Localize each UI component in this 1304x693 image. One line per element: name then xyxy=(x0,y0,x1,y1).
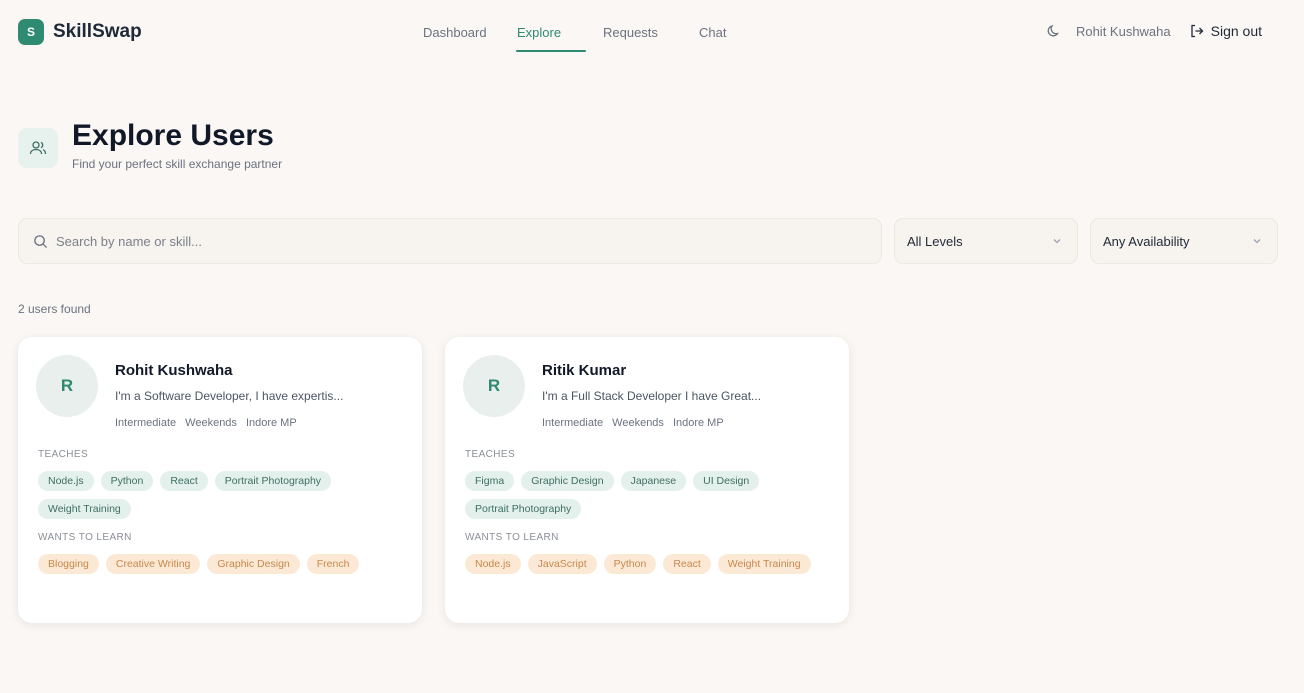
chevron-down-icon xyxy=(1253,239,1261,244)
skill-tag: Graphic Design xyxy=(207,554,300,574)
sign-out-label: Sign out xyxy=(1210,23,1262,39)
skill-tag: Node.js xyxy=(38,471,94,491)
current-user-name: Rohit Kushwaha xyxy=(1075,23,1171,39)
skill-tag: Weight Training xyxy=(717,554,811,574)
skill-tag: JavaScript xyxy=(527,554,597,574)
learn-tags: Node.js JavaScript Python React Weight T… xyxy=(465,554,835,582)
logo-badge: S xyxy=(18,19,44,45)
user-name: Ritik Kumar xyxy=(542,362,627,379)
top-navbar: S SkillSwap Dashboard Explore Requests C… xyxy=(0,0,1304,66)
nav-dashboard[interactable]: Dashboard xyxy=(414,22,508,48)
user-location: Indore MP xyxy=(672,417,724,429)
teaches-label: TEACHES xyxy=(465,449,516,460)
users-icon xyxy=(18,128,58,168)
user-meta: Intermediate Weekends Indore MP xyxy=(542,417,733,429)
teaches-tags: Node.js Python React Portrait Photograph… xyxy=(38,471,408,527)
wants-to-learn-label: WANTS TO LEARN xyxy=(465,532,559,543)
user-bio: I'm a Full Stack Developer I have Great.… xyxy=(542,389,762,403)
moon-icon[interactable] xyxy=(1046,23,1062,39)
search-icon xyxy=(34,234,48,248)
avatar: R xyxy=(36,355,98,417)
user-location: Indore MP xyxy=(245,417,297,429)
sign-out-button[interactable]: Sign out xyxy=(1189,23,1262,39)
user-level: Intermediate xyxy=(542,417,604,429)
nav-requests[interactable]: Requests xyxy=(594,22,690,48)
page-subtitle: Find your perfect skill exchange partner xyxy=(72,157,283,171)
avatar: R xyxy=(463,355,525,417)
level-select-value: All Levels xyxy=(907,233,963,249)
skill-tag: Node.js xyxy=(465,554,521,574)
skill-tag: React xyxy=(663,554,711,574)
sign-out-icon xyxy=(1190,24,1204,38)
availability-select-value: Any Availability xyxy=(1103,233,1190,249)
skill-tag: Python xyxy=(100,471,154,491)
skill-tag: French xyxy=(306,554,360,574)
skill-tag: Weight Training xyxy=(38,499,131,519)
skill-tag: Portrait Photography xyxy=(214,471,332,491)
nav-chat[interactable]: Chat xyxy=(690,22,735,48)
user-bio: I'm a Software Developer, I have experti… xyxy=(115,389,344,403)
user-name: Rohit Kushwaha xyxy=(115,362,233,379)
skill-tag: Creative Writing xyxy=(105,554,201,574)
user-card[interactable]: R Ritik Kumar I'm a Full Stack Developer… xyxy=(445,337,849,623)
page: S SkillSwap Dashboard Explore Requests C… xyxy=(0,0,1304,693)
nav-explore[interactable]: Explore xyxy=(508,22,594,52)
user-availability: Weekends xyxy=(612,417,664,429)
availability-select[interactable]: Any Availability xyxy=(1090,218,1278,264)
learn-tags: Blogging Creative Writing Graphic Design… xyxy=(38,554,408,582)
results-count: 2 users found xyxy=(18,302,91,316)
skill-tag: Blogging xyxy=(38,554,99,574)
skill-tag: Graphic Design xyxy=(521,471,614,491)
teaches-tags: Figma Graphic Design Japanese UI Design … xyxy=(465,471,835,527)
main-nav: Dashboard Explore Requests Chat xyxy=(414,22,735,52)
skill-tag: UI Design xyxy=(693,471,760,491)
teaches-label: TEACHES xyxy=(38,449,89,460)
page-header: Explore Users Find your perfect skill ex… xyxy=(18,120,282,171)
search-box[interactable] xyxy=(18,218,882,264)
brand-name: SkillSwap xyxy=(53,21,142,42)
skill-tag: Portrait Photography xyxy=(465,499,582,519)
brand-logo[interactable]: S SkillSwap xyxy=(18,19,142,45)
search-input[interactable] xyxy=(56,233,836,249)
wants-to-learn-label: WANTS TO LEARN xyxy=(38,532,132,543)
page-title: Explore Users xyxy=(72,119,274,152)
skill-tag: React xyxy=(160,471,208,491)
user-availability: Weekends xyxy=(185,417,237,429)
skill-tag: Japanese xyxy=(620,471,687,491)
user-level: Intermediate xyxy=(115,417,177,429)
skill-tag: Python xyxy=(603,554,657,574)
level-select[interactable]: All Levels xyxy=(894,218,1078,264)
user-card[interactable]: R Rohit Kushwaha I'm a Software Develope… xyxy=(18,337,422,623)
skill-tag: Figma xyxy=(465,471,515,491)
header-right: Rohit Kushwaha Sign out xyxy=(1046,23,1262,39)
chevron-down-icon xyxy=(1053,239,1061,244)
user-meta: Intermediate Weekends Indore MP xyxy=(115,417,306,429)
